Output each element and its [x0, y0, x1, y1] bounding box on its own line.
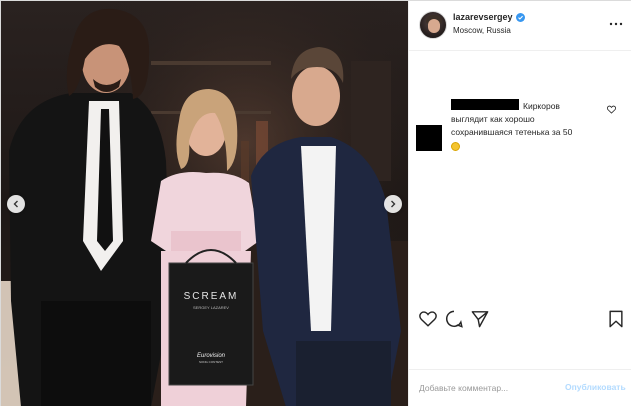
- comment-bubble-icon: [445, 310, 463, 328]
- post-comment-button[interactable]: Опубликовать: [565, 382, 626, 392]
- comment-input[interactable]: [419, 380, 559, 396]
- heart-icon: [419, 311, 437, 327]
- next-photo-button[interactable]: [384, 195, 402, 213]
- previous-photo-button[interactable]: [7, 195, 25, 213]
- add-comment-bar: Опубликовать: [409, 369, 631, 406]
- bag-subtitle-text: SERGEY LAZAREV: [193, 305, 229, 310]
- location-link[interactable]: Moscow, Russia: [453, 26, 511, 35]
- instagram-post: SCREAM SERGEY LAZAREV Eurovision SONG CO…: [0, 0, 631, 406]
- avatar[interactable]: [419, 11, 447, 39]
- post-photo[interactable]: SCREAM SERGEY LAZAREV Eurovision SONG CO…: [1, 1, 408, 406]
- comment-line-1: Киркоров: [523, 101, 560, 111]
- post-header: lazarevsergey Moscow, Russia: [409, 1, 631, 51]
- username-link[interactable]: lazarevsergey: [453, 12, 513, 22]
- chevron-left-icon: [13, 200, 18, 208]
- bag-brand-text: SCREAM: [184, 291, 239, 302]
- photo-illustration: SCREAM SERGEY LAZAREV Eurovision SONG CO…: [1, 1, 408, 406]
- post-side-panel: lazarevsergey Moscow, Russia Киркоров вы…: [408, 1, 631, 406]
- redacted-avatar: [416, 125, 442, 151]
- save-button[interactable]: [607, 310, 625, 328]
- comment-line-3: сохранившаяся тетенька за 50: [451, 127, 573, 137]
- comment-button[interactable]: [445, 310, 463, 328]
- avatar-face: [428, 19, 440, 33]
- ellipsis-icon[interactable]: [609, 20, 623, 28]
- share-button[interactable]: [471, 310, 489, 328]
- comment-line-3-wrap: сохранившаяся тетенька за 50: [451, 126, 606, 139]
- username-row: lazarevsergey: [453, 12, 525, 22]
- verified-badge-icon: [515, 12, 525, 22]
- comment-text: Киркоров выглядит как хорошо сохранившая…: [451, 100, 606, 152]
- paper-plane-icon: [471, 311, 489, 328]
- post-actions: [409, 306, 631, 334]
- laughing-emoji-icon: [451, 142, 460, 152]
- comment-line-2: выглядит как хорошо: [451, 114, 535, 124]
- bookmark-icon: [609, 310, 623, 328]
- chevron-right-icon: [391, 200, 396, 208]
- like-button[interactable]: [419, 310, 437, 328]
- comment-like-heart-icon[interactable]: [607, 105, 616, 114]
- bag-logo-text: Eurovision: [197, 353, 226, 359]
- bag-logo-sub-text: SONG CONTEST: [199, 360, 223, 364]
